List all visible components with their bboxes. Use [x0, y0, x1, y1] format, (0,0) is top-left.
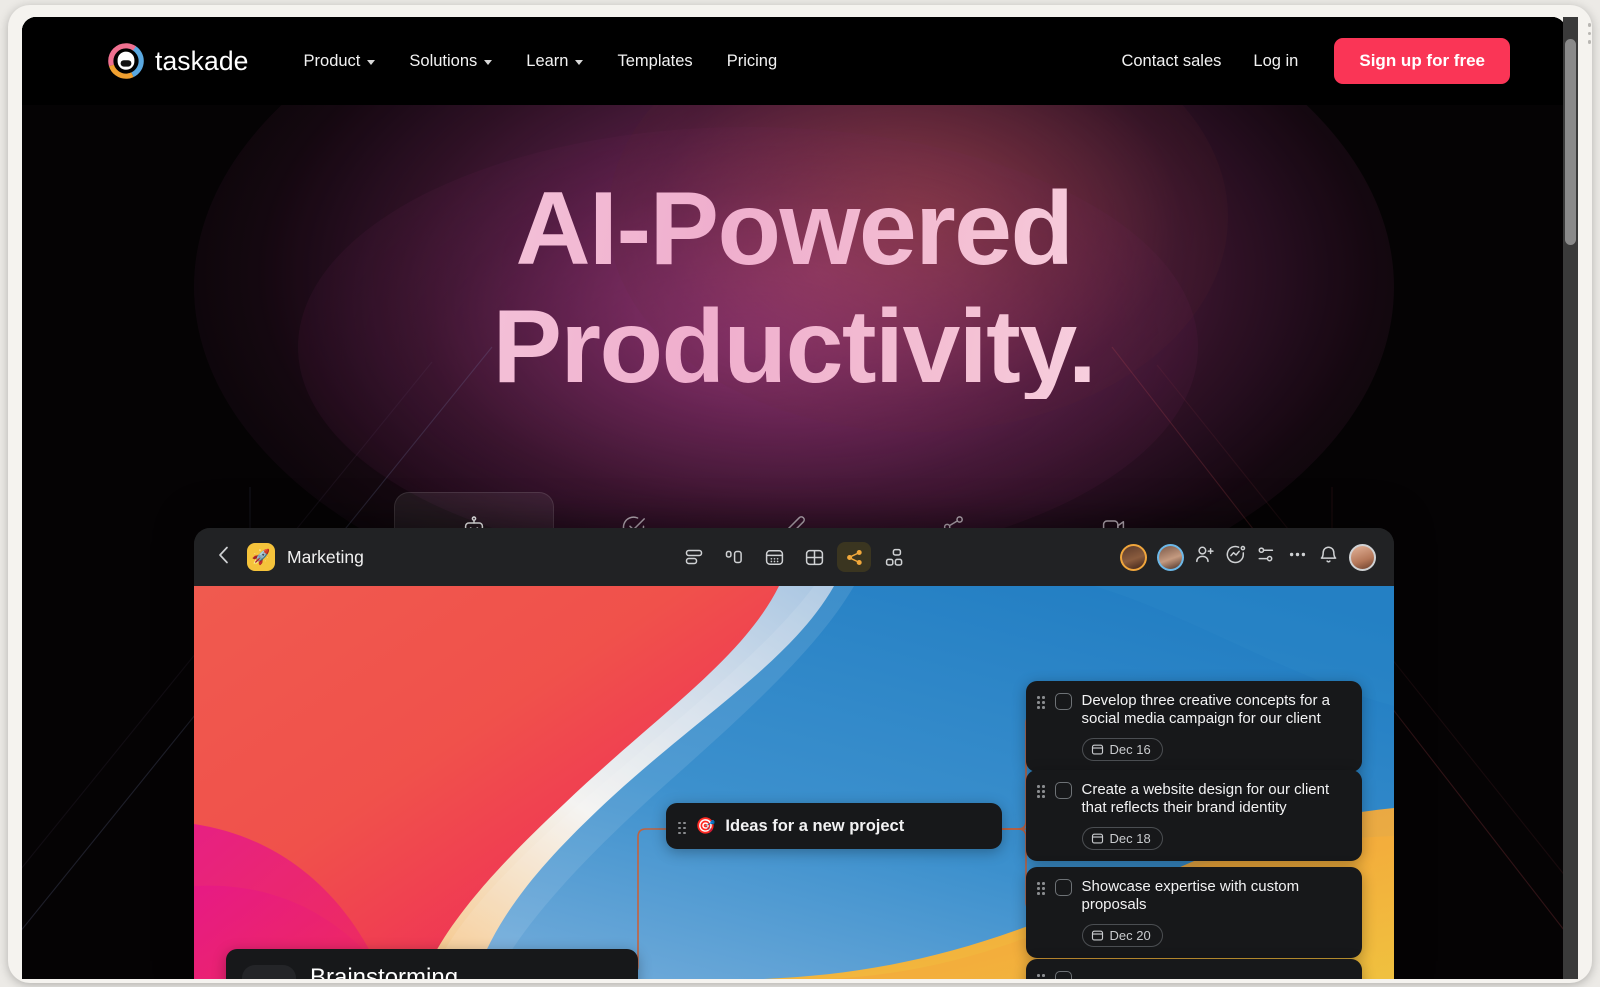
sign-up-button[interactable]: Sign up for free — [1334, 38, 1510, 84]
nav-item-templates[interactable]: Templates — [600, 44, 709, 79]
nav-item-learn[interactable]: Learn — [509, 44, 600, 79]
contact-sales-link[interactable]: Contact sales — [1105, 44, 1237, 79]
browser-window: taskade Product Solutions Learn Template… — [8, 5, 1592, 983]
toolbar-right — [1120, 543, 1376, 571]
task-checkbox[interactable] — [1054, 971, 1072, 979]
task-card[interactable]: Develop three creative concepts for a so… — [1026, 681, 1362, 772]
toolbar-left: 🚀 Marketing — [212, 542, 364, 573]
task-card[interactable] — [1026, 959, 1362, 979]
nav-item-pricing[interactable]: Pricing — [710, 44, 794, 79]
activity-icon[interactable] — [1225, 544, 1246, 570]
avatar-me[interactable] — [1349, 543, 1376, 571]
page-viewport: taskade Product Solutions Learn Template… — [22, 17, 1566, 979]
task-checkbox[interactable] — [1054, 693, 1072, 710]
main-nav: Product Solutions Learn Templates Pricin… — [287, 44, 795, 79]
project-emoji: 🚀 — [247, 543, 275, 571]
hero-title-line-2: Productivity. — [492, 289, 1096, 405]
drag-handle-icon[interactable] — [1037, 882, 1045, 895]
mindmap-canvas[interactable]: 🎯 Ideas for a new project 🧠 Brainstormin… — [194, 586, 1394, 979]
taskade-logo-icon — [108, 43, 144, 79]
table-view-icon[interactable] — [797, 542, 831, 572]
nav-label: Learn — [526, 51, 569, 70]
header-actions: Contact sales Log in Sign up for free — [1105, 38, 1510, 84]
task-card[interactable]: Showcase expertise with custom proposals… — [1026, 867, 1362, 958]
back-chevron-icon[interactable] — [212, 542, 235, 573]
app-mockup: 🚀 Marketing 🎯 Ideas for a new project Br… — [194, 528, 1394, 979]
brain-emoji: 🧠 — [242, 965, 296, 979]
filter-icon[interactable] — [1256, 544, 1277, 570]
nav-label: Templates — [617, 51, 693, 70]
date-pill[interactable]: Dec 20 — [1081, 923, 1163, 947]
mindmap-brainstorm-node[interactable]: 🧠 Brainstorming Oct 3 - Oct 10 — [226, 949, 638, 979]
chevron-down-icon — [484, 59, 493, 65]
hero-title-line-1: AI-Powered — [515, 171, 1073, 287]
task-checkbox[interactable] — [1054, 782, 1072, 799]
drag-handle-icon[interactable] — [678, 821, 686, 835]
date-pill[interactable]: Dec 16 — [1081, 737, 1163, 761]
drag-handle-icon[interactable] — [1037, 974, 1045, 979]
app-toolbar: 🚀 Marketing — [194, 528, 1394, 586]
log-in-link[interactable]: Log in — [1237, 44, 1314, 79]
task-text: Showcase expertise with custom proposals — [1081, 878, 1300, 914]
list-view-icon[interactable] — [677, 542, 711, 572]
mindmap-view-icon[interactable] — [837, 542, 871, 572]
project-name: Marketing — [287, 546, 364, 567]
node-text: Ideas for a new project — [725, 817, 905, 835]
page-title: AI-Powered Productivity. — [22, 105, 1566, 399]
date-pill[interactable]: Dec 18 — [1081, 826, 1163, 850]
task-checkbox[interactable] — [1054, 879, 1072, 896]
avatar-2[interactable] — [1157, 543, 1184, 571]
nav-item-product[interactable]: Product — [287, 44, 393, 79]
mindmap-root-node[interactable]: 🎯 Ideas for a new project — [666, 803, 1002, 850]
page-scrollbar[interactable] — [1563, 17, 1578, 979]
date-label: Dec 20 — [1109, 927, 1151, 943]
node-emoji: 🎯 — [695, 818, 716, 836]
notification-bell-icon[interactable] — [1318, 544, 1339, 570]
logo-text: taskade — [155, 45, 249, 76]
scrollbar-thumb[interactable] — [1565, 39, 1576, 245]
site-header: taskade Product Solutions Learn Template… — [22, 17, 1566, 105]
drag-handle-icon[interactable] — [1037, 785, 1045, 798]
calendar-view-icon[interactable] — [757, 542, 791, 572]
avatar-1[interactable] — [1120, 543, 1147, 571]
board-view-icon[interactable] — [717, 542, 751, 572]
window-resize-grip[interactable] — [1587, 23, 1591, 44]
date-label: Dec 18 — [1109, 830, 1151, 846]
nav-label: Product — [303, 51, 361, 70]
org-chart-view-icon[interactable] — [877, 542, 911, 572]
add-user-icon[interactable] — [1194, 544, 1215, 570]
nav-item-solutions[interactable]: Solutions — [392, 44, 509, 79]
nav-label: Solutions — [409, 51, 478, 70]
chevron-down-icon — [367, 59, 376, 65]
nav-label: Pricing — [726, 51, 778, 70]
chevron-down-icon — [575, 59, 584, 65]
task-text: Create a website design for our client t… — [1081, 781, 1330, 817]
date-label: Dec 16 — [1109, 741, 1151, 757]
task-card[interactable]: Create a website design for our client t… — [1026, 770, 1362, 861]
view-switcher — [677, 542, 911, 572]
logo[interactable]: taskade — [108, 43, 249, 79]
drag-handle-icon[interactable] — [1037, 696, 1045, 709]
hero-section: AI-Powered Productivity. — [22, 105, 1566, 399]
task-text: Develop three creative concepts for a so… — [1081, 692, 1330, 728]
more-options-icon[interactable] — [1287, 544, 1308, 570]
node-title: Brainstorming — [310, 964, 459, 979]
